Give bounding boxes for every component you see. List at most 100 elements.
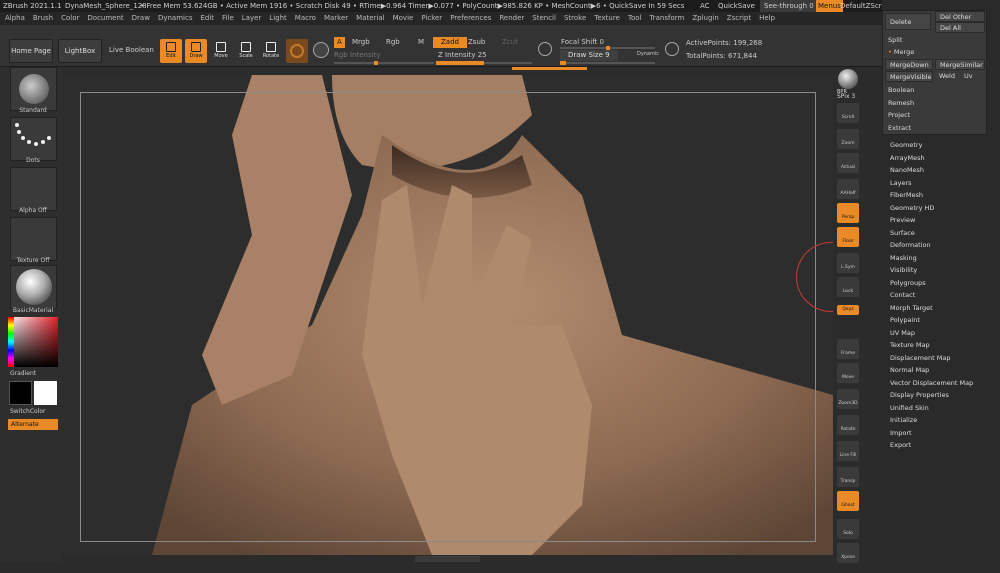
z-intensity-track[interactable] — [436, 61, 532, 65]
shelf-solo-button[interactable]: Solo — [837, 519, 859, 539]
menu-picker[interactable]: Picker — [421, 14, 442, 22]
shelf-qxyz-button[interactable]: Qxyz — [837, 305, 859, 315]
split-section[interactable]: Split — [888, 35, 902, 46]
shelf-lock-button[interactable]: Lock — [837, 277, 859, 297]
palette-item-deformation[interactable]: Deformation — [890, 240, 931, 250]
del-other-button[interactable]: Del Other — [935, 11, 985, 22]
z-intensity-slider[interactable]: Z Intensity 25 — [438, 50, 487, 61]
shelf-move-button[interactable]: Move — [837, 363, 859, 383]
zcut-toggle[interactable]: Zcut — [502, 37, 518, 48]
menus-button[interactable]: Menus — [816, 0, 843, 12]
palette-item-contact[interactable]: Contact — [890, 290, 915, 300]
menu-tool[interactable]: Tool — [628, 14, 642, 22]
menu-preferences[interactable]: Preferences — [450, 14, 491, 22]
merge-section[interactable]: • Merge — [888, 47, 914, 58]
live-boolean-button[interactable]: Live Boolean — [109, 45, 154, 56]
palette-item-masking[interactable]: Masking — [890, 253, 917, 263]
menu-marker[interactable]: Marker — [324, 14, 348, 22]
shelf-floor-button[interactable]: Floor — [837, 227, 859, 247]
tool-move-button[interactable]: Move — [210, 39, 232, 63]
menu-brush[interactable]: Brush — [33, 14, 53, 22]
color-picker[interactable] — [8, 317, 58, 367]
palette-item-initialize[interactable]: Initialize — [890, 415, 917, 425]
uv-toggle[interactable]: Uv — [960, 71, 984, 82]
delete-button[interactable]: Delete — [885, 13, 931, 30]
shelf-rotate-button[interactable]: Rotate — [837, 415, 859, 435]
bottom-tray-handle[interactable] — [415, 556, 480, 562]
merge-down-button[interactable]: MergeDown — [885, 59, 933, 70]
palette-item-uv-map[interactable]: UV Map — [890, 328, 915, 338]
shelf-zoom3d-button[interactable]: Zoom3D — [837, 389, 859, 409]
spix-slider[interactable]: SPix 3 — [837, 93, 855, 100]
tool-rotate-button[interactable]: Rotate — [260, 39, 282, 63]
menu-zplugin[interactable]: Zplugin — [692, 14, 718, 22]
palette-item-layers[interactable]: Layers — [890, 178, 912, 188]
alpha-thumbnail[interactable] — [10, 167, 57, 211]
weld-toggle[interactable]: Weld — [935, 71, 959, 82]
brush-thumbnail[interactable] — [10, 67, 57, 111]
palette-item-unified-skin[interactable]: Unified Skin — [890, 403, 929, 413]
menu-zscript[interactable]: Zscript — [727, 14, 751, 22]
mrgb-toggle[interactable]: Mrgb — [352, 37, 370, 48]
menu-file[interactable]: File — [222, 14, 234, 22]
boolean-section[interactable]: Boolean — [888, 85, 914, 96]
menu-layer[interactable]: Layer — [242, 14, 262, 22]
bpr-render-icon[interactable] — [838, 69, 858, 89]
stroke-thumbnail[interactable] — [10, 117, 57, 161]
lightbox-button[interactable]: LightBox — [58, 39, 102, 63]
shelf-xpose-button[interactable]: Xpose — [837, 543, 859, 563]
hue-strip[interactable] — [8, 317, 14, 367]
menu-render[interactable]: Render — [499, 14, 524, 22]
rgb-toggle[interactable]: Rgb — [386, 37, 400, 48]
extract-section[interactable]: Extract — [888, 123, 911, 134]
palette-item-display-properties[interactable]: Display Properties — [890, 390, 949, 400]
tool-edit-button[interactable]: Edit — [160, 39, 182, 63]
brush-settings-icon[interactable] — [286, 39, 308, 63]
menu-material[interactable]: Material — [356, 14, 384, 22]
smooth-brush-icon[interactable] — [313, 42, 329, 58]
palette-item-vector-displacement-map[interactable]: Vector Displacement Map — [890, 378, 973, 388]
menu-texture[interactable]: Texture — [594, 14, 620, 22]
switch-color-button[interactable]: SwitchColor — [10, 408, 68, 415]
merge-visible-button[interactable]: MergeVisible — [885, 71, 933, 82]
secondary-color-swatch[interactable] — [9, 381, 32, 405]
palette-item-import[interactable]: Import — [890, 428, 912, 438]
main-color-swatch[interactable] — [34, 381, 57, 405]
shelf-frame-button[interactable]: Frame — [837, 339, 859, 359]
palette-item-fibermesh[interactable]: FiberMesh — [890, 190, 923, 200]
draw-size-track[interactable] — [560, 61, 655, 65]
shelf-aahalf-button[interactable]: AAHalf — [837, 179, 859, 199]
palette-item-visibility[interactable]: Visibility — [890, 265, 917, 275]
m-toggle[interactable]: M — [418, 37, 424, 48]
shelf-persp-button[interactable]: Persp — [837, 203, 859, 223]
palette-item-polypaint[interactable]: Polypaint — [890, 315, 920, 325]
menu-light[interactable]: Light — [269, 14, 286, 22]
quicksave-button[interactable]: QuickSave — [718, 0, 755, 12]
a-toggle[interactable]: A — [334, 37, 345, 48]
palette-item-geometry[interactable]: Geometry — [890, 140, 922, 150]
palette-item-morph-target[interactable]: Morph Target — [890, 303, 933, 313]
dynamic-toggle[interactable]: Dynamic — [637, 49, 659, 60]
palette-item-nanomesh[interactable]: NanoMesh — [890, 165, 924, 175]
menu-edit[interactable]: Edit — [200, 14, 214, 22]
shelf-l-sym-button[interactable]: L.Sym — [837, 253, 859, 273]
project-section[interactable]: Project — [888, 110, 910, 121]
menu-movie[interactable]: Movie — [393, 14, 414, 22]
home-page-button[interactable]: Home Page — [9, 39, 53, 63]
palette-item-displacement-map[interactable]: Displacement Map — [890, 353, 950, 363]
shelf-transp-button[interactable]: Transp — [837, 467, 859, 487]
tool-scale-button[interactable]: Scale — [235, 39, 257, 63]
palette-item-export[interactable]: Export — [890, 440, 911, 450]
menu-draw[interactable]: Draw — [132, 14, 150, 22]
palette-item-normal-map[interactable]: Normal Map — [890, 365, 929, 375]
del-all-button[interactable]: Del All — [935, 22, 985, 33]
remesh-section[interactable]: Remesh — [888, 98, 914, 109]
zsub-toggle[interactable]: Zsub — [468, 37, 485, 48]
dynamic-d-icon[interactable] — [665, 42, 679, 56]
palette-item-preview[interactable]: Preview — [890, 215, 915, 225]
shelf-actual-button[interactable]: Actual — [837, 153, 859, 173]
ac-button[interactable]: AC — [700, 0, 710, 12]
rgb-intensity-slider[interactable]: Rgb Intensity — [334, 50, 380, 61]
shelf-scroll-button[interactable]: Scroll — [837, 103, 859, 123]
alternate-button[interactable]: Alternate — [8, 419, 58, 430]
